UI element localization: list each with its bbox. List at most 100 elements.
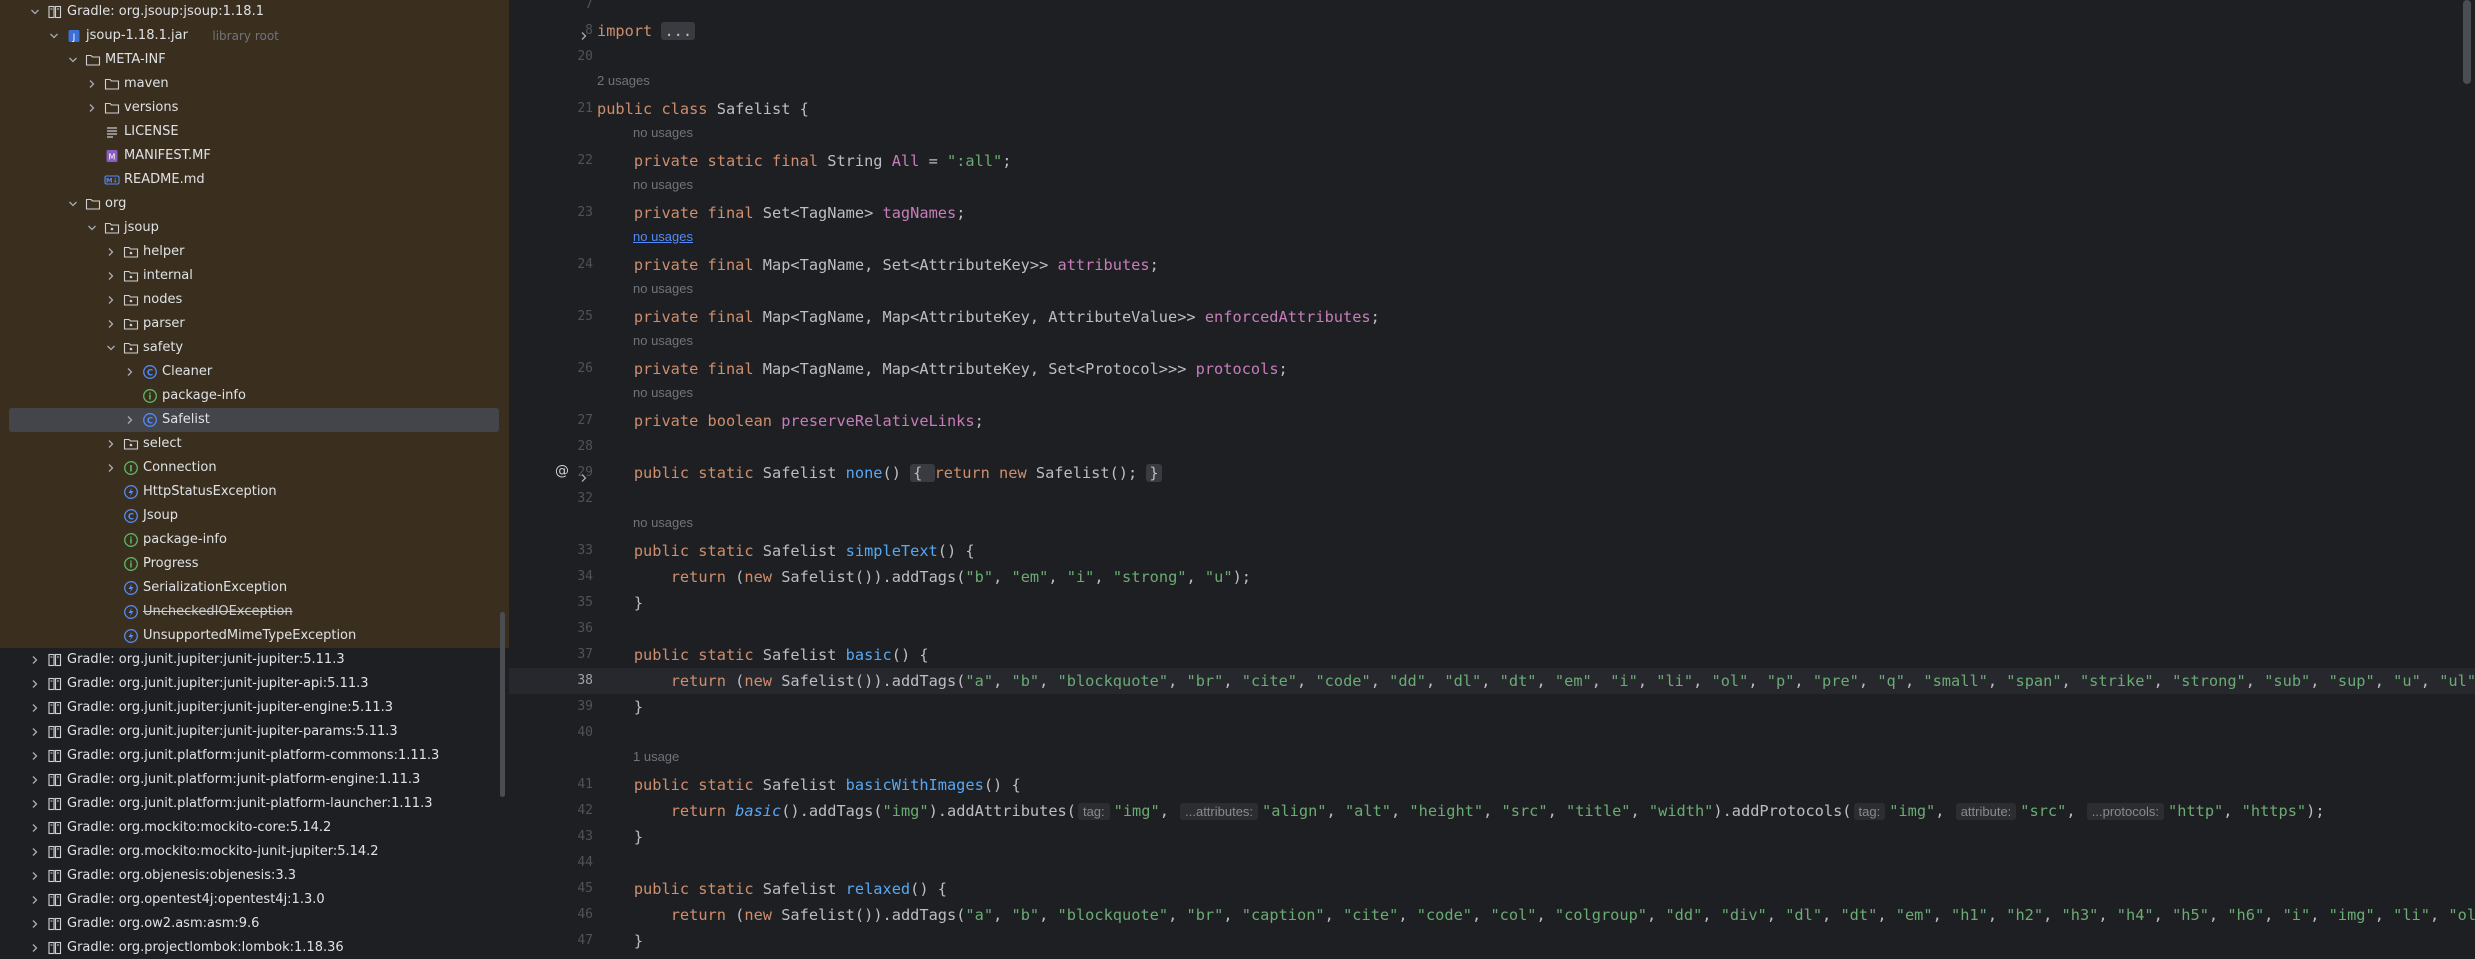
code-line[interactable]: } [597, 695, 643, 719]
code-line[interactable]: return (new Safelist()).addTags("b", "em… [597, 565, 1251, 589]
code-line[interactable]: private final Map<TagName, Map<Attribute… [597, 305, 1380, 329]
tree-item[interactable]: UnsupportedMimeTypeException [0, 624, 509, 648]
tree-item[interactable]: helper [0, 240, 509, 264]
code-line[interactable]: } [597, 929, 643, 953]
tree-item[interactable]: safety [0, 336, 509, 360]
usages-inlay[interactable]: no usages [633, 229, 693, 244]
tree-item[interactable]: M↓ README.md [0, 168, 509, 192]
chevron-down-icon[interactable] [66, 192, 80, 216]
tree-item[interactable]: C Safelist [0, 408, 509, 432]
tree-item[interactable]: Gradle: org.junit.jupiter:junit-jupiter-… [0, 696, 509, 720]
tree-item[interactable]: Gradle: org.opentest4j:opentest4j:1.3.0 [0, 888, 509, 912]
code-line[interactable]: private static final String All = ":all"… [597, 149, 1012, 173]
chevron-right-icon[interactable] [104, 432, 118, 456]
annotation-marker-icon[interactable]: @ [555, 463, 569, 479]
tree-item[interactable]: META-INF [0, 48, 509, 72]
code-line[interactable]: public static Safelist none() { return n… [597, 461, 1162, 485]
chevron-right-icon[interactable] [104, 240, 118, 264]
tree-item[interactable]: M MANIFEST.MF [0, 144, 509, 168]
tree-item[interactable]: Gradle: org.junit.platform:junit-platfor… [0, 792, 509, 816]
tree-item[interactable]: maven [0, 72, 509, 96]
chevron-down-icon[interactable] [85, 216, 99, 240]
chevron-right-icon[interactable] [104, 264, 118, 288]
chevron-down-icon[interactable] [66, 48, 80, 72]
chevron-right-icon[interactable] [28, 792, 42, 816]
code-line[interactable]: public static Safelist simpleText() { [597, 539, 975, 563]
chevron-right-icon[interactable] [28, 672, 42, 696]
tree-item[interactable]: i package-info [0, 384, 509, 408]
usages-inlay[interactable]: no usages [633, 177, 693, 192]
tree-item[interactable]: Gradle: org.objenesis:objenesis:3.3 [0, 864, 509, 888]
code-line[interactable]: private final Map<TagName, Set<Attribute… [597, 253, 1159, 277]
folded-region[interactable]: { [910, 464, 935, 482]
code-line[interactable]: } [597, 591, 643, 615]
folded-region[interactable]: } [1146, 464, 1162, 482]
code-editor[interactable]: 7 8 import ... 20 2 usages 21 public class Saf… [509, 0, 2475, 959]
chevron-right-icon[interactable] [28, 768, 42, 792]
chevron-right-icon[interactable] [28, 840, 42, 864]
usages-inlay[interactable]: no usages [633, 281, 693, 296]
code-line[interactable]: } [597, 825, 643, 849]
usages-inlay[interactable]: no usages [633, 385, 693, 400]
tree-item[interactable]: C Jsoup [0, 504, 509, 528]
editor-scrollbar[interactable] [2463, 0, 2471, 84]
code-line[interactable]: return (new Safelist()).addTags("a", "b"… [597, 669, 2475, 693]
usages-inlay[interactable]: no usages [633, 515, 693, 530]
usages-inlay[interactable]: no usages [633, 333, 693, 348]
chevron-right-icon[interactable] [85, 72, 99, 96]
chevron-right-icon[interactable] [28, 720, 42, 744]
chevron-down-icon[interactable] [104, 336, 118, 360]
tree-item[interactable]: Gradle: org.junit.jupiter:junit-jupiter-… [0, 720, 509, 744]
chevron-right-icon[interactable] [104, 456, 118, 480]
tree-item[interactable]: I Connection [0, 456, 509, 480]
tree-item[interactable]: Gradle: org.junit.platform:junit-platfor… [0, 744, 509, 768]
tree-item[interactable]: select [0, 432, 509, 456]
usages-inlay[interactable]: no usages [633, 125, 693, 140]
chevron-right-icon[interactable] [28, 864, 42, 888]
code-line[interactable]: public static Safelist basicWithImages()… [597, 773, 1021, 797]
code-line[interactable]: public static Safelist relaxed() { [597, 877, 947, 901]
tree-item[interactable]: Gradle: org.projectlombok:lombok:1.18.36 [0, 936, 509, 959]
tree-item[interactable]: versions [0, 96, 509, 120]
tree-item[interactable]: org [0, 192, 509, 216]
tree-item[interactable]: HttpStatusException [0, 480, 509, 504]
chevron-right-icon[interactable] [28, 816, 42, 840]
code-line[interactable]: private final Set<TagName> tagNames; [597, 201, 966, 225]
chevron-right-icon[interactable] [85, 96, 99, 120]
code-line[interactable]: public class Safelist { [597, 97, 809, 121]
folded-region[interactable]: ... [661, 22, 696, 40]
tree-item[interactable]: Gradle: org.ow2.asm:asm:9.6 [0, 912, 509, 936]
fold-chevron-icon[interactable] [579, 468, 589, 482]
chevron-right-icon[interactable] [28, 648, 42, 672]
tree-item[interactable]: Jjsoup-1.18.1.jar library root [0, 24, 509, 48]
code-line[interactable]: import ... [597, 19, 696, 43]
chevron-right-icon[interactable] [123, 408, 137, 432]
tree-item[interactable]: internal [0, 264, 509, 288]
tree-item[interactable]: C Cleaner [0, 360, 509, 384]
tree-item[interactable]: Gradle: org.mockito:mockito-core:5.14.2 [0, 816, 509, 840]
code-line[interactable]: return basic().addTags("img").addAttribu… [597, 799, 2325, 823]
tree-item[interactable]: i package-info [0, 528, 509, 552]
chevron-right-icon[interactable] [104, 312, 118, 336]
tree-item[interactable]: UncheckedIOException [0, 600, 509, 624]
tree-item[interactable]: Gradle: org.jsoup:jsoup:1.18.1 [0, 0, 509, 24]
tree-item[interactable]: Gradle: org.junit.platform:junit-platfor… [0, 768, 509, 792]
tree-scrollbar[interactable] [500, 612, 505, 797]
code-line[interactable]: return (new Safelist()).addTags("a", "b"… [597, 903, 2475, 927]
code-line[interactable]: private final Map<TagName, Map<Attribute… [597, 357, 1288, 381]
code-line[interactable]: public static Safelist basic() { [597, 643, 929, 667]
tree-item[interactable]: i Progress [0, 552, 509, 576]
chevron-right-icon[interactable] [28, 912, 42, 936]
project-tree[interactable]: Gradle: org.jsoup:jsoup:1.18.1 Jjsoup-1.1… [0, 0, 509, 959]
tree-item[interactable]: parser [0, 312, 509, 336]
chevron-down-icon[interactable] [47, 24, 61, 48]
usages-inlay[interactable]: 2 usages [597, 73, 650, 88]
chevron-right-icon[interactable] [28, 888, 42, 912]
chevron-right-icon[interactable] [123, 360, 137, 384]
tree-item[interactable]: Gradle: org.junit.jupiter:junit-jupiter:… [0, 648, 509, 672]
chevron-right-icon[interactable] [28, 936, 42, 959]
tree-item[interactable]: SerializationException [0, 576, 509, 600]
chevron-right-icon[interactable] [104, 288, 118, 312]
fold-chevron-icon[interactable] [579, 26, 589, 40]
tree-item[interactable]: Gradle: org.junit.jupiter:junit-jupiter-… [0, 672, 509, 696]
